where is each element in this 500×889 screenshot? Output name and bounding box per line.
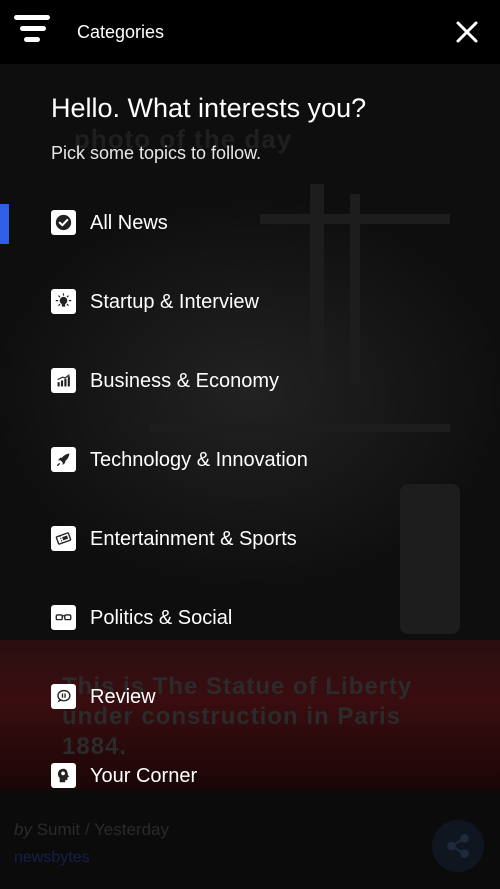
topic-label: Review: [90, 686, 156, 708]
glasses-icon: [51, 605, 76, 630]
background-source: newsbytes: [14, 849, 90, 866]
header-title: Categories: [77, 22, 165, 42]
speech-bubble-icon: [51, 684, 76, 709]
topic-label: Startup & Interview: [90, 291, 259, 313]
topic-label: Business & Economy: [90, 370, 279, 392]
share-button[interactable]: [432, 820, 484, 872]
rocket-icon: [51, 447, 76, 472]
greeting-heading: Hello. What interests you?: [51, 93, 367, 123]
topic-item-startup-interview[interactable]: Startup & Interview: [0, 263, 500, 342]
topic-list: All News Startup & Interview Business & …: [0, 184, 500, 816]
topic-label: Politics & Social: [90, 607, 233, 629]
close-icon[interactable]: [455, 20, 479, 44]
selected-indicator: [0, 204, 9, 244]
head-idea-icon: [51, 763, 76, 788]
topic-item-technology-innovation[interactable]: Technology & Innovation: [0, 421, 500, 500]
bar-chart-icon: [51, 368, 76, 393]
topic-label: Technology & Innovation: [90, 449, 308, 471]
topic-item-business-economy[interactable]: Business & Economy: [0, 342, 500, 421]
background-byline: by Sumit / Yesterday: [14, 820, 169, 839]
check-icon: [51, 210, 76, 235]
topic-label: Entertainment & Sports: [90, 528, 297, 550]
topic-label: Your Corner: [90, 765, 198, 787]
topic-item-entertainment-sports[interactable]: Entertainment & Sports: [0, 500, 500, 579]
ticket-icon: [51, 526, 76, 551]
greeting-subtitle: Pick some topics to follow.: [51, 143, 262, 163]
topic-item-politics-social[interactable]: Politics & Social: [0, 579, 500, 658]
topic-item-all-news[interactable]: All News: [0, 184, 500, 263]
menu-icon[interactable]: [14, 15, 50, 49]
topic-label: All News: [90, 212, 168, 234]
drawer-header: Categories: [0, 0, 500, 64]
share-icon: [447, 834, 469, 858]
topic-item-review[interactable]: Review: [0, 658, 500, 737]
lightbulb-icon: [51, 289, 76, 314]
topic-item-your-corner[interactable]: Your Corner: [0, 737, 500, 816]
